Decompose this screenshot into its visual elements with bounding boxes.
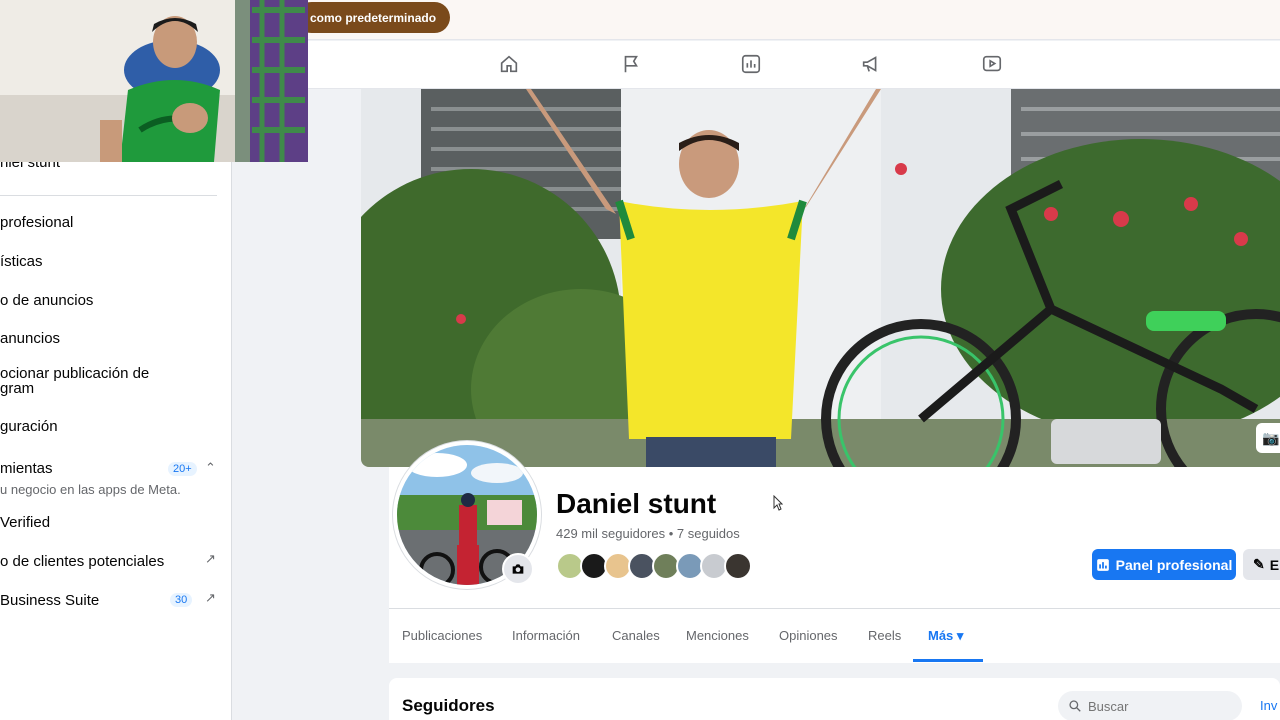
megaphone-icon[interactable]	[860, 53, 884, 77]
sidebar-item-leads[interactable]: o de clientes potenciales	[0, 553, 164, 570]
home-icon[interactable]	[498, 53, 522, 77]
followers-search[interactable]	[1058, 691, 1242, 720]
follower-avatar[interactable]	[724, 552, 752, 580]
sidebar-item-ads-center[interactable]: o de anuncios	[0, 292, 93, 309]
tab-mas[interactable]: Más ▾	[928, 628, 963, 644]
sidebar-item-ads[interactable]: anuncios	[0, 330, 60, 347]
mouse-cursor-icon	[773, 495, 783, 511]
sidebar-divider	[0, 195, 217, 196]
sidebar-item-promote-instagram[interactable]: ocionar publicación de gram	[0, 365, 149, 397]
sidebar-item-label: gram	[0, 380, 35, 397]
professional-dashboard-label: Panel profesional	[1115, 556, 1233, 573]
tab-canales[interactable]: Canales	[612, 628, 660, 643]
default-banner-button[interactable]: como predeterminado	[296, 2, 451, 33]
external-link-icon: ↗	[205, 590, 216, 605]
invite-link[interactable]: Inv	[1260, 698, 1277, 713]
flag-icon[interactable]	[620, 53, 644, 77]
search-input[interactable]	[1088, 698, 1228, 714]
edit-button[interactable]: ✎ E	[1243, 549, 1280, 580]
external-link-icon: ↗	[205, 551, 216, 566]
chevron-up-icon[interactable]: ⌃	[205, 460, 216, 476]
business-suite-badge: 30	[170, 593, 193, 607]
search-icon	[1069, 700, 1081, 712]
page-nav-bar	[307, 41, 1280, 89]
tab-opiniones[interactable]: Opiniones	[779, 628, 838, 643]
sidebar-page-name: niel stunt	[0, 162, 61, 171]
tab-menciones[interactable]: Menciones	[686, 628, 749, 643]
tools-badge: 20+	[168, 462, 197, 476]
tab-reels[interactable]: Reels	[868, 628, 901, 643]
sidebar-item-business-suite[interactable]: Business Suite	[0, 592, 99, 609]
avatar-camera-icon[interactable]	[502, 553, 534, 585]
insights-icon[interactable]	[740, 53, 764, 77]
tab-publicaciones[interactable]: Publicaciones	[402, 628, 482, 643]
sidebar-item-tools-sub: u negocio en las apps de Meta.	[0, 482, 181, 497]
pencil-icon: ✎	[1253, 556, 1265, 572]
left-sidebar: niel stunt profesional ísticas o de anun…	[0, 162, 232, 720]
sidebar-item-tools[interactable]: mientas	[0, 460, 53, 477]
profile-name: Daniel stunt	[556, 488, 717, 519]
cover-camera-icon[interactable]: 📷	[1256, 423, 1280, 453]
video-icon[interactable]	[981, 53, 1005, 77]
sidebar-item-verified[interactable]: Verified	[0, 514, 50, 531]
edit-label: E	[1269, 556, 1280, 573]
sidebar-item-settings[interactable]: guración	[0, 418, 58, 435]
cover-photo[interactable]	[361, 89, 1280, 467]
profile-follow-stats[interactable]: 429 mil seguidores • 7 seguidos	[556, 526, 740, 541]
sidebar-item-professional[interactable]: profesional	[0, 214, 73, 231]
dashboard-icon	[1096, 558, 1109, 571]
professional-dashboard-button[interactable]: Panel profesional	[1092, 549, 1236, 580]
followers-title: Seguidores	[402, 696, 495, 715]
tab-informacion[interactable]: Información	[512, 628, 580, 643]
active-tab-indicator	[913, 659, 983, 662]
sidebar-item-statistics[interactable]: ísticas	[0, 253, 43, 270]
tabs-divider	[389, 608, 1280, 609]
webcam-overlay	[0, 0, 308, 162]
